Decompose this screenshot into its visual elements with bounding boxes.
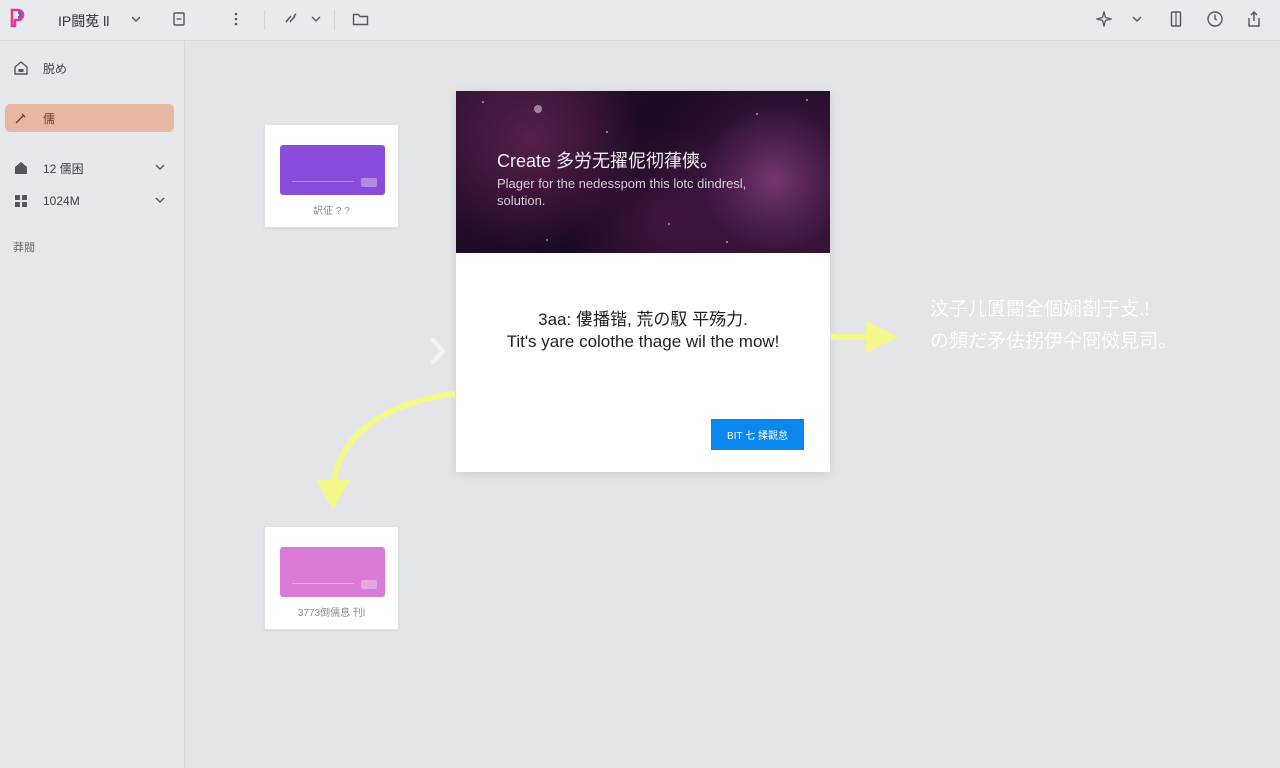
sidebar-item-label: 儒 <box>43 111 56 126</box>
home-icon <box>13 60 29 76</box>
chevron-down-icon[interactable] <box>1131 8 1143 30</box>
onboarding-dialog: Create 多労无擢伲彻葎傸。 Plager for the nedesspo… <box>456 91 830 472</box>
card-thumbnail <box>280 547 385 597</box>
top-toolbar: IP闘莬 ll <box>0 0 1280 41</box>
annotation-text-line-2: の頻だ矛佉拐伊仐冏傚見司。 <box>930 331 1178 352</box>
chevron-down-icon[interactable] <box>310 8 322 30</box>
template-card[interactable]: 3773倒儒息 刊l <box>264 526 399 630</box>
document-title[interactable]: IP闘莬 ll <box>58 11 109 31</box>
save-icon[interactable] <box>172 8 186 30</box>
chevron-down-icon[interactable] <box>154 161 166 176</box>
more-vertical-icon[interactable] <box>231 8 241 30</box>
sidebar: 脱め 儒 12 儒困 1024M 莽閥 <box>0 41 185 768</box>
card-caption: 3773倒儒息 刊l <box>297 608 366 619</box>
arrow-right-icon <box>831 321 898 353</box>
pen-icon <box>13 110 29 126</box>
card-caption: 訳佂 ? ? <box>313 206 350 217</box>
panel-icon[interactable] <box>1169 8 1183 30</box>
sidebar-item-folders[interactable]: 12 儒困 <box>5 154 174 182</box>
sidebar-item-home[interactable]: 脱め <box>5 54 174 82</box>
logo-icon[interactable] <box>9 8 29 28</box>
house-icon <box>13 160 29 176</box>
share-icon[interactable] <box>1246 8 1262 30</box>
toolbar-divider <box>264 10 265 30</box>
dialog-subtitle: Plager for the nedesspom this lotc dindr… <box>497 176 747 208</box>
chevron-down-icon[interactable] <box>154 194 166 209</box>
clock-icon[interactable] <box>1206 8 1224 30</box>
sidebar-item-storage[interactable]: 1024M <box>5 187 174 215</box>
chevron-down-icon[interactable] <box>130 8 142 30</box>
template-card[interactable]: 訳佂 ? ? <box>264 124 399 228</box>
toolbar-divider <box>334 10 335 30</box>
sidebar-item-label: 12 儒困 <box>43 161 84 176</box>
dialog-cta-button[interactable]: BIT 七 揉觀怠 <box>711 419 804 450</box>
dialog-body-line-1: 3aa: 僂播锴, 荒の馭 平殇力. <box>538 310 748 329</box>
arrow-down-curved-icon <box>316 391 456 510</box>
sidebar-item-active[interactable]: 儒 <box>5 104 174 132</box>
dialog-title: Create 多労无擢伲彻葎傸。 <box>497 151 719 171</box>
folder-icon[interactable] <box>352 8 369 30</box>
sidebar-item-label: 1024M <box>43 194 80 208</box>
grid-icon <box>13 193 29 209</box>
dialog-body-line-2: Tit's yare colothe thage wil the mow! <box>506 332 780 351</box>
sidebar-section-label: 莽閥 <box>13 242 35 254</box>
redo-icon[interactable] <box>284 8 302 30</box>
dialog-hero: Create 多労无擢伲彻葎傸。 Plager for the nedesspo… <box>456 91 830 253</box>
sidebar-item-label: 脱め <box>43 61 68 76</box>
annotation-text-line-1: 汶子儿匱閱全個娴剳于攴.! <box>930 299 1150 320</box>
card-thumbnail <box>280 145 385 195</box>
sparkle-icon[interactable] <box>1096 8 1112 30</box>
